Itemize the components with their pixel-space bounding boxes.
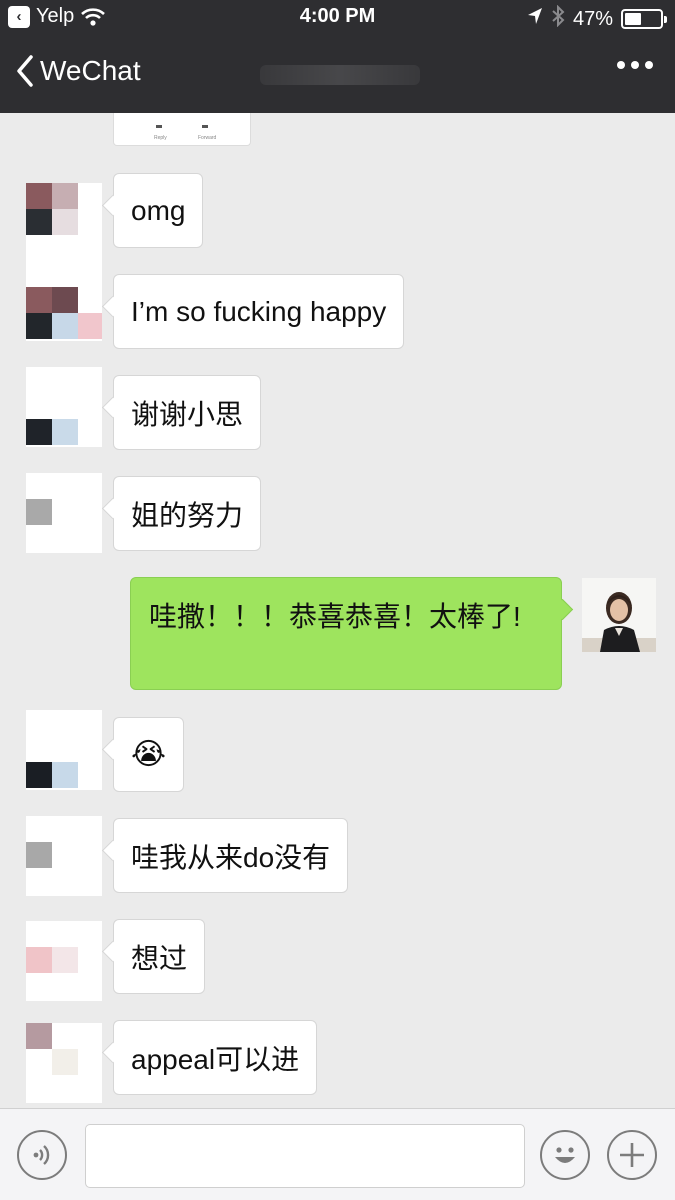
- message-bubble[interactable]: 姐的努力: [113, 476, 262, 551]
- avatar[interactable]: [26, 473, 102, 553]
- message-bubble[interactable]: 哇我从来do没有: [113, 818, 349, 893]
- status-bar: ‹ Yelp 4:00 PM 47%: [0, 0, 675, 35]
- message-bubble[interactable]: I’m so fucking happy: [113, 274, 405, 349]
- plus-icon[interactable]: [607, 1130, 657, 1180]
- message-bubble[interactable]: appeal可以进: [113, 1020, 318, 1095]
- my-avatar[interactable]: [582, 578, 656, 652]
- back-button[interactable]: WeChat: [16, 55, 141, 87]
- battery-icon: [621, 9, 667, 29]
- avatar[interactable]: [26, 1023, 102, 1103]
- bluetooth-icon: [551, 4, 565, 33]
- chat-area[interactable]: Reply Forward omg I’m so fucking happy 谢…: [0, 113, 675, 1108]
- avatar[interactable]: [26, 367, 102, 447]
- my-message-bubble[interactable]: 哇撒！！！恭喜恭喜！太棒了!: [130, 577, 562, 690]
- back-label: WeChat: [40, 55, 141, 86]
- back-chevron-icon: [16, 55, 34, 87]
- status-right: 47%: [527, 4, 667, 33]
- avatar[interactable]: [26, 816, 102, 896]
- message-bubble[interactable]: 想过: [113, 919, 206, 994]
- voice-icon[interactable]: [17, 1130, 67, 1180]
- location-arrow-icon: [527, 7, 543, 31]
- message-bubble[interactable]: 😭: [113, 717, 185, 792]
- message-bubble[interactable]: 谢谢小思: [113, 375, 262, 450]
- battery-percent: 47%: [572, 7, 613, 30]
- emoji-icon[interactable]: [540, 1130, 590, 1180]
- nav-bar: WeChat: [0, 35, 675, 113]
- message-input[interactable]: [85, 1124, 525, 1188]
- avatar[interactable]: [26, 183, 102, 263]
- input-bar: [0, 1108, 675, 1200]
- more-icon[interactable]: [617, 61, 653, 69]
- chat-title-blurred: [260, 65, 420, 85]
- avatar[interactable]: [26, 921, 102, 1001]
- message-bubble[interactable]: omg: [113, 173, 204, 248]
- shared-card-preview[interactable]: Reply Forward: [113, 113, 251, 146]
- avatar[interactable]: [26, 261, 102, 341]
- avatar[interactable]: [26, 710, 102, 790]
